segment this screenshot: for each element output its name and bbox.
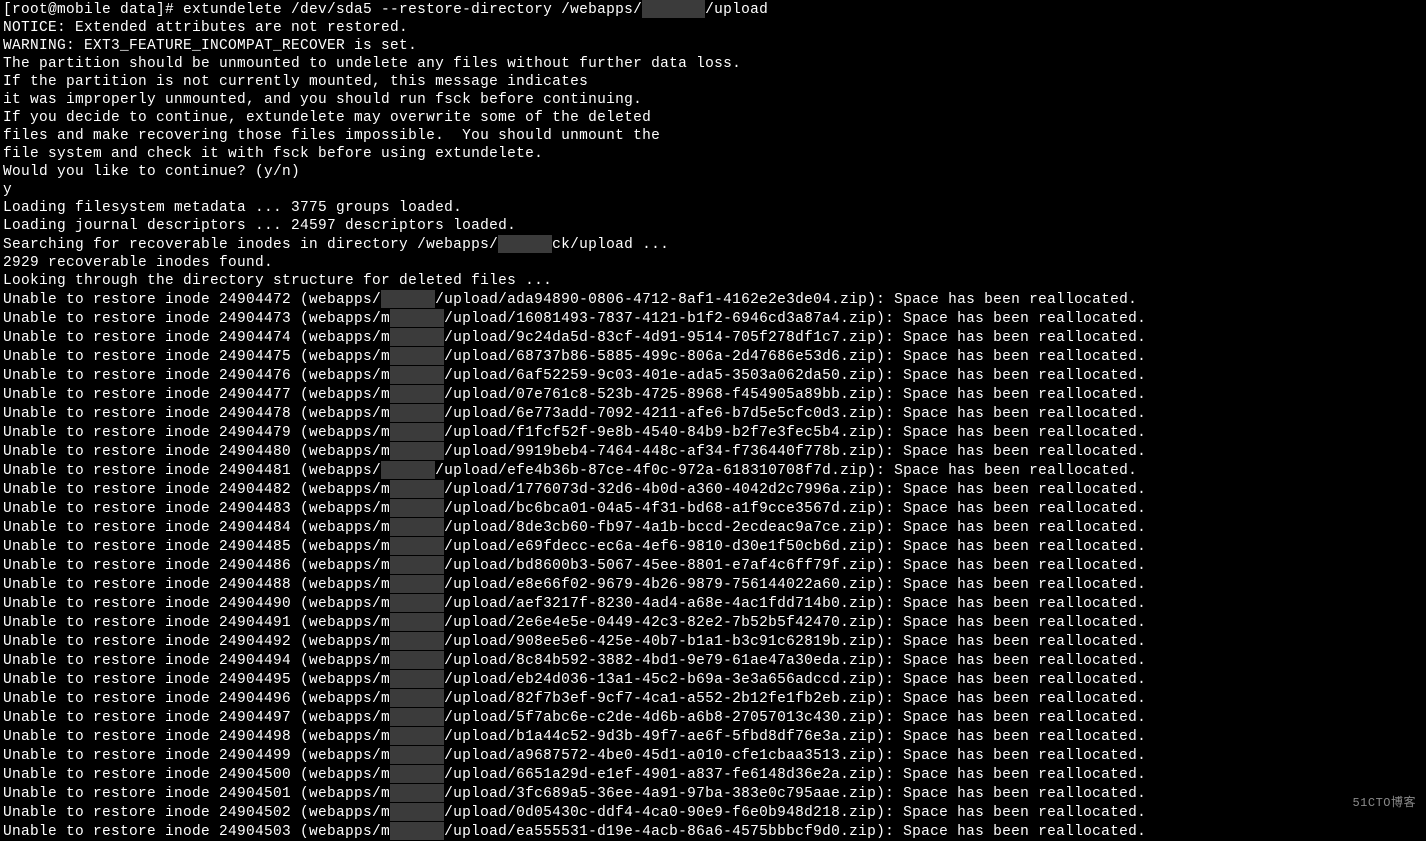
restore-error-line: Unable to restore inode 24904501 (webapp… <box>3 784 1423 803</box>
restore-error-line: Unable to restore inode 24904486 (webapp… <box>3 556 1423 575</box>
terminal-line: Looking through the directory structure … <box>3 272 1423 290</box>
command-line: [root@mobile data]# extundelete /dev/sda… <box>3 0 1423 19</box>
redacted-segment <box>390 499 444 517</box>
redacted-segment <box>390 765 444 783</box>
terminal-line: Loading journal descriptors ... 24597 de… <box>3 217 1423 235</box>
terminal-line: y <box>3 181 1423 199</box>
redacted-segment <box>390 537 444 555</box>
terminal-line: NOTICE: Extended attributes are not rest… <box>3 19 1423 37</box>
redacted-segment <box>390 689 444 707</box>
terminal-line: If the partition is not currently mounte… <box>3 73 1423 91</box>
redacted-segment <box>390 632 444 650</box>
terminal-line: file system and check it with fsck befor… <box>3 145 1423 163</box>
restore-error-line: Unable to restore inode 24904484 (webapp… <box>3 518 1423 537</box>
redacted-segment <box>390 822 444 840</box>
restore-error-line: Unable to restore inode 24904491 (webapp… <box>3 613 1423 632</box>
redacted-segment <box>390 803 444 821</box>
restore-error-line: Unable to restore inode 24904502 (webapp… <box>3 803 1423 822</box>
restore-error-line: Unable to restore inode 24904490 (webapp… <box>3 594 1423 613</box>
watermark-text: 51CTO博客 <box>1352 794 1416 812</box>
restore-error-line: Unable to restore inode 24904480 (webapp… <box>3 442 1423 461</box>
redacted-segment <box>390 746 444 764</box>
redacted-segment <box>390 613 444 631</box>
restore-error-line: Unable to restore inode 24904478 (webapp… <box>3 404 1423 423</box>
restore-error-line: Unable to restore inode 24904472 (webapp… <box>3 290 1423 309</box>
restore-error-line: Unable to restore inode 24904482 (webapp… <box>3 480 1423 499</box>
redacted-segment <box>381 461 435 479</box>
redacted-segment <box>642 0 705 18</box>
restore-error-line: Unable to restore inode 24904477 (webapp… <box>3 385 1423 404</box>
redacted-segment <box>390 480 444 498</box>
redacted-segment <box>390 670 444 688</box>
terminal-line: The partition should be unmounted to und… <box>3 55 1423 73</box>
terminal-line: Searching for recoverable inodes in dire… <box>3 235 1423 254</box>
redacted-segment <box>390 575 444 593</box>
redacted-segment <box>390 651 444 669</box>
redacted-segment <box>390 442 444 460</box>
restore-error-line: Unable to restore inode 24904485 (webapp… <box>3 537 1423 556</box>
restore-error-line: Unable to restore inode 24904495 (webapp… <box>3 670 1423 689</box>
redacted-segment <box>390 328 444 346</box>
redacted-segment <box>381 290 435 308</box>
restore-error-line: Unable to restore inode 24904500 (webapp… <box>3 765 1423 784</box>
terminal-line: If you decide to continue, extundelete m… <box>3 109 1423 127</box>
restore-error-line: Unable to restore inode 24904474 (webapp… <box>3 328 1423 347</box>
redacted-segment <box>390 708 444 726</box>
redacted-segment <box>390 423 444 441</box>
redacted-segment <box>390 518 444 536</box>
restore-error-line: Unable to restore inode 24904499 (webapp… <box>3 746 1423 765</box>
restore-error-line: Unable to restore inode 24904481 (webapp… <box>3 461 1423 480</box>
restore-error-line: Unable to restore inode 24904473 (webapp… <box>3 309 1423 328</box>
terminal-line: Would you like to continue? (y/n) <box>3 163 1423 181</box>
redacted-segment <box>390 366 444 384</box>
redacted-segment <box>390 727 444 745</box>
redacted-segment <box>390 385 444 403</box>
terminal-line: files and make recovering those files im… <box>3 127 1423 145</box>
redacted-segment <box>390 784 444 802</box>
terminal-line: 2929 recoverable inodes found. <box>3 254 1423 272</box>
restore-error-line: Unable to restore inode 24904503 (webapp… <box>3 822 1423 841</box>
terminal-line: Loading filesystem metadata ... 3775 gro… <box>3 199 1423 217</box>
redacted-segment <box>390 594 444 612</box>
redacted-segment <box>390 556 444 574</box>
restore-error-line: Unable to restore inode 24904496 (webapp… <box>3 689 1423 708</box>
terminal-line: it was improperly unmounted, and you sho… <box>3 91 1423 109</box>
restore-error-line: Unable to restore inode 24904494 (webapp… <box>3 651 1423 670</box>
restore-error-line: Unable to restore inode 24904475 (webapp… <box>3 347 1423 366</box>
restore-error-line: Unable to restore inode 24904492 (webapp… <box>3 632 1423 651</box>
restore-error-line: Unable to restore inode 24904497 (webapp… <box>3 708 1423 727</box>
terminal-output: [root@mobile data]# extundelete /dev/sda… <box>3 0 1423 841</box>
terminal-line: WARNING: EXT3_FEATURE_INCOMPAT_RECOVER i… <box>3 37 1423 55</box>
redacted-segment <box>390 404 444 422</box>
restore-error-line: Unable to restore inode 24904476 (webapp… <box>3 366 1423 385</box>
redacted-segment <box>390 309 444 327</box>
restore-error-line: Unable to restore inode 24904483 (webapp… <box>3 499 1423 518</box>
redacted-segment <box>390 347 444 365</box>
restore-error-line: Unable to restore inode 24904488 (webapp… <box>3 575 1423 594</box>
restore-error-line: Unable to restore inode 24904479 (webapp… <box>3 423 1423 442</box>
restore-error-line: Unable to restore inode 24904498 (webapp… <box>3 727 1423 746</box>
redacted-segment <box>498 235 552 253</box>
